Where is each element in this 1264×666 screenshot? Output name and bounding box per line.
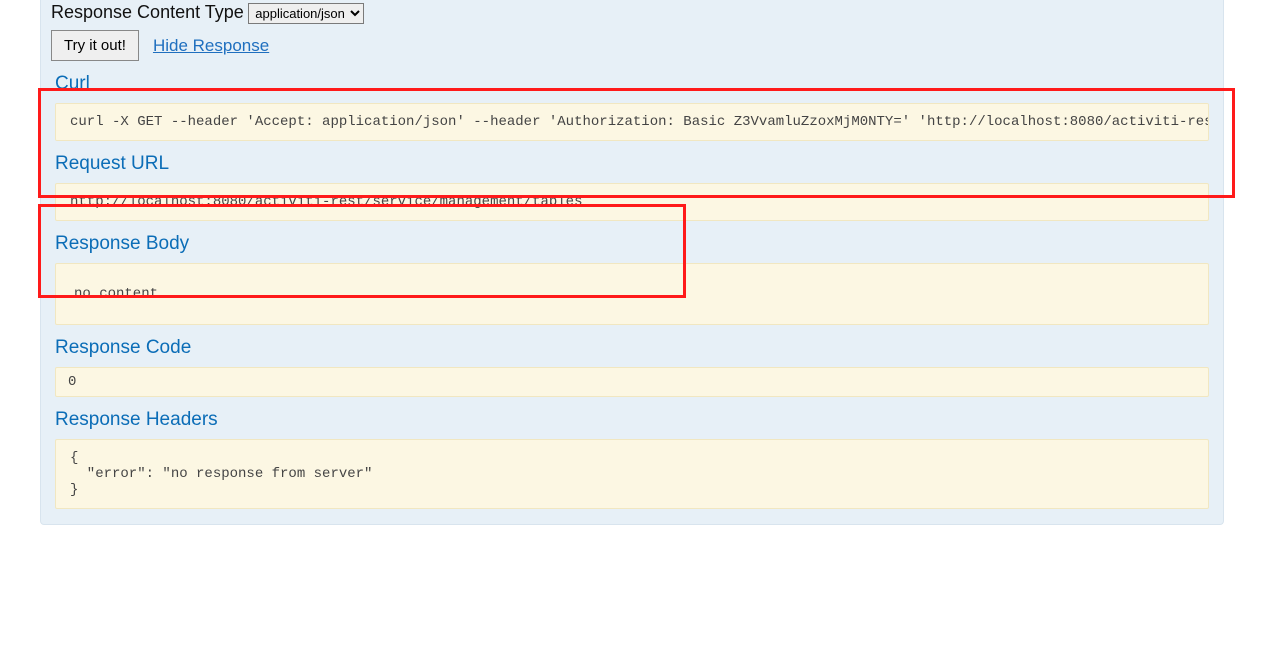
content-type-row: Response Content Type application/json (51, 2, 1213, 28)
hide-response-link[interactable]: Hide Response (153, 36, 269, 56)
content-type-select[interactable]: application/json (248, 3, 364, 24)
operation-panel: Response Content Type application/json T… (40, 0, 1224, 525)
response-body-value: no content (55, 263, 1209, 325)
curl-section: Curl curl -X GET --header 'Accept: appli… (51, 73, 1213, 141)
response-code-title: Response Code (55, 337, 1213, 359)
response-headers-title: Response Headers (55, 409, 1213, 431)
response-body-section: Response Body no content (51, 233, 1213, 325)
curl-command-block[interactable]: curl -X GET --header 'Accept: applicatio… (55, 103, 1209, 141)
try-it-out-button[interactable]: Try it out! (51, 30, 139, 61)
action-row: Try it out! Hide Response (51, 30, 1213, 61)
content-type-label: Response Content Type (51, 2, 244, 22)
response-body-title: Response Body (55, 233, 1213, 255)
response-headers-value: { "error": "no response from server" } (55, 439, 1209, 509)
curl-title: Curl (55, 73, 1213, 95)
response-code-section: Response Code 0 (51, 337, 1213, 397)
request-url-section: Request URL http://localhost:8080/activi… (51, 153, 1213, 221)
response-headers-section: Response Headers { "error": "no response… (51, 409, 1213, 509)
response-code-value: 0 (55, 367, 1209, 397)
request-url-value: http://localhost:8080/activiti-rest/serv… (55, 183, 1209, 221)
request-url-title: Request URL (55, 153, 1213, 175)
